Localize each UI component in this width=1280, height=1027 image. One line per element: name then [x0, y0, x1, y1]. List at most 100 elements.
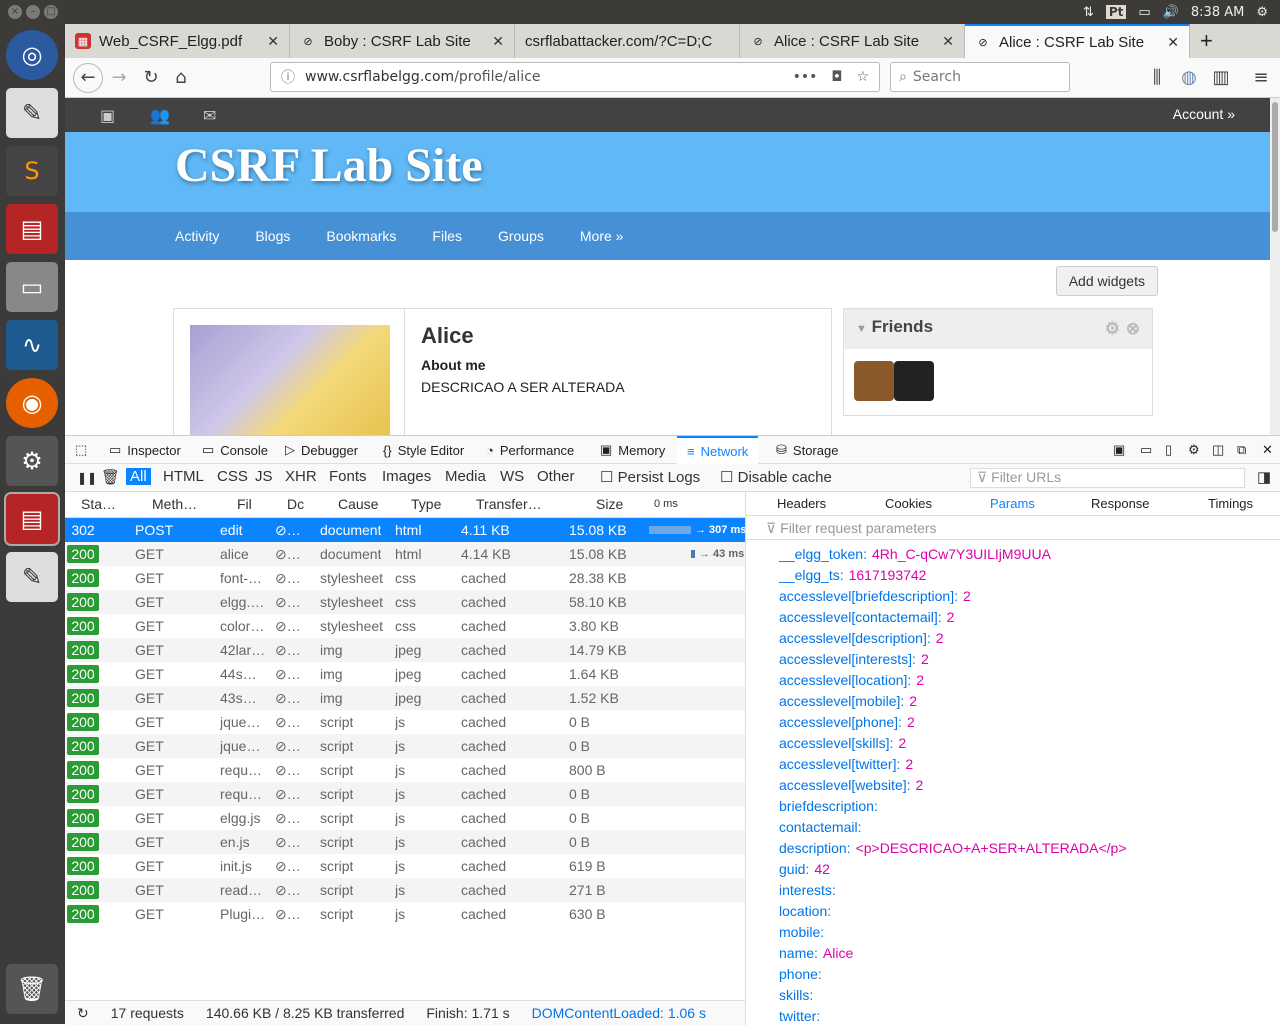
- widget-close-icon[interactable]: ⊗: [1126, 319, 1140, 339]
- param-row[interactable]: briefdescription:: [779, 796, 1280, 817]
- responsive-mode-icon[interactable]: ▣: [1113, 436, 1125, 464]
- tab-memory[interactable]: ▣ Memory: [600, 436, 665, 464]
- tab-attacker[interactable]: csrflabattacker.com/?C=D;C: [515, 24, 740, 58]
- param-row[interactable]: guid: 42: [779, 859, 1280, 880]
- param-row[interactable]: skills:: [779, 985, 1280, 1006]
- forward-button[interactable]: →: [107, 66, 131, 90]
- table-row[interactable]: 200 GET jque… ⊘… script js cached 0 B: [65, 734, 745, 758]
- toggle-detail-panel-icon[interactable]: ◨: [1257, 468, 1271, 486]
- menu-item-bookmarks[interactable]: Bookmarks: [326, 228, 396, 244]
- table-row[interactable]: 200 GET elgg.js ⊘… script js cached 0 B: [65, 806, 745, 830]
- param-row[interactable]: accesslevel[location]: 2: [779, 670, 1280, 691]
- param-row[interactable]: contactemail:: [779, 817, 1280, 838]
- param-row[interactable]: accesslevel[phone]: 2: [779, 712, 1280, 733]
- filter-urls-input[interactable]: ⊽ Filter URLs: [970, 468, 1245, 488]
- filter-fonts[interactable]: Fonts: [329, 468, 367, 485]
- tab-pdf[interactable]: ▦ Web_CSRF_Elgg.pdf ✕: [65, 24, 290, 58]
- search-input[interactable]: ⌕ Search: [890, 62, 1070, 92]
- add-widgets-button[interactable]: Add widgets: [1055, 266, 1158, 296]
- back-button[interactable]: ←: [73, 63, 103, 93]
- filter-all[interactable]: All: [126, 468, 151, 485]
- battery-icon[interactable]: ▭: [1138, 5, 1150, 20]
- keyboard-language-indicator[interactable]: Pt: [1105, 5, 1127, 19]
- pause-icon[interactable]: ❚❚: [77, 471, 97, 485]
- col-file[interactable]: Fil: [237, 492, 252, 516]
- tab-close-icon[interactable]: ✕: [492, 33, 504, 50]
- volume-icon[interactable]: 🔊: [1163, 5, 1179, 20]
- table-row[interactable]: 200 GET elgg.… ⊘… stylesheet css cached 58.10 K…: [65, 590, 745, 614]
- detail-tab-cookies[interactable]: Cookies: [885, 496, 932, 511]
- firefox-icon[interactable]: ◉: [6, 378, 58, 428]
- network-icon[interactable]: ⇅: [1083, 5, 1094, 20]
- table-row[interactable]: 200 GET requ… ⊘… script js cached 800 B: [65, 758, 745, 782]
- filter-css[interactable]: CSS: [217, 468, 248, 485]
- terminal-icon[interactable]: ▤: [6, 204, 58, 254]
- menu-item-groups[interactable]: Groups: [498, 228, 544, 244]
- param-row[interactable]: accesslevel[interests]: 2: [779, 649, 1280, 670]
- table-row[interactable]: 200 GET init.js ⊘… script js cached 619 B: [65, 854, 745, 878]
- menu-icon[interactable]: ≡: [1249, 66, 1273, 90]
- menu-item-blogs[interactable]: Blogs: [255, 228, 290, 244]
- table-row[interactable]: 200 GET 42lar… ⊘… img jpeg cached 14.79 KB: [65, 638, 745, 662]
- col-cause[interactable]: Cause: [338, 492, 378, 516]
- menu-item-files[interactable]: Files: [432, 228, 462, 244]
- friend-avatar[interactable]: [854, 361, 894, 401]
- col-size[interactable]: Size: [596, 492, 623, 516]
- info-icon[interactable]: ⓘ: [281, 67, 295, 87]
- detail-tab-response[interactable]: Response: [1091, 496, 1150, 511]
- param-row[interactable]: accesslevel[description]: 2: [779, 628, 1280, 649]
- table-row[interactable]: 200 GET 44s… ⊘… img jpeg cached 1.64 KB: [65, 662, 745, 686]
- settings-gear-icon[interactable]: ⚙: [1256, 5, 1268, 20]
- widget-settings-icon[interactable]: ⚙: [1105, 319, 1120, 339]
- param-row[interactable]: name: Alice: [779, 943, 1280, 964]
- account-menu[interactable]: Account »: [1173, 106, 1235, 122]
- page-actions-icon[interactable]: •••: [793, 69, 818, 85]
- param-row[interactable]: accesslevel[contactemail]: 2: [779, 607, 1280, 628]
- param-row[interactable]: __elgg_token: 4Rh_C-qCw7Y3UILIjM9UUA: [779, 544, 1280, 565]
- param-row[interactable]: description: <p>DESCRICAO+A+SER+ALTERADA<…: [779, 838, 1280, 859]
- col-type[interactable]: Type: [411, 492, 441, 516]
- disable-cache-checkbox[interactable]: ☐ Disable cache: [720, 468, 832, 486]
- menu-item-more[interactable]: More »: [580, 228, 624, 244]
- profile-avatar[interactable]: [190, 325, 390, 435]
- table-row[interactable]: 200 GET read… ⊘… script js cached 271 B: [65, 878, 745, 902]
- system-settings-icon[interactable]: ⚙: [6, 436, 58, 486]
- param-row[interactable]: mobile:: [779, 922, 1280, 943]
- table-row[interactable]: 200 GET alice ⊘… document html 4.14 KB 15.08 KB…: [65, 542, 745, 566]
- home-button[interactable]: ⌂: [169, 66, 193, 90]
- window-maximize-icon[interactable]: □: [44, 5, 58, 19]
- param-row[interactable]: accesslevel[briefdescription]: 2: [779, 586, 1280, 607]
- param-row[interactable]: location:: [779, 901, 1280, 922]
- params-filter-input[interactable]: ⊽ Filter request parameters: [746, 516, 1280, 540]
- col-transferred[interactable]: Transfer…: [476, 492, 542, 516]
- tab-boby[interactable]: ⊘ Boby : CSRF Lab Site ✕: [290, 24, 515, 58]
- tab-network[interactable]: ≡ Network: [677, 436, 759, 464]
- wireshark-icon[interactable]: ∿: [6, 320, 58, 370]
- site-logo-icon[interactable]: ▣: [100, 106, 115, 125]
- tab-console[interactable]: ▭ Console: [202, 436, 268, 464]
- screenshot-icon[interactable]: ▯: [1165, 436, 1172, 464]
- text-editor-2-icon[interactable]: ✎: [6, 552, 58, 602]
- filter-ws[interactable]: WS: [500, 468, 524, 485]
- tab-close-icon[interactable]: ✕: [1167, 34, 1179, 51]
- tab-storage[interactable]: ⛁ Storage: [776, 436, 838, 464]
- pocket-icon[interactable]: ◘: [831, 69, 842, 85]
- param-row[interactable]: accesslevel[website]: 2: [779, 775, 1280, 796]
- tab-inspector[interactable]: ▭ Inspector: [109, 436, 181, 464]
- table-row[interactable]: 200 GET Plugi… ⊘… script js cached 630 B: [65, 902, 745, 926]
- reload-button[interactable]: ↻: [139, 66, 163, 90]
- trash-icon[interactable]: 🗑: [6, 964, 58, 1014]
- element-picker-icon[interactable]: ⬚: [75, 436, 87, 464]
- detail-tab-params[interactable]: Params: [990, 496, 1035, 511]
- library-icon[interactable]: ⫼: [1145, 66, 1169, 90]
- tab-close-icon[interactable]: ✕: [942, 33, 954, 50]
- devtools-close-icon[interactable]: ✕: [1262, 436, 1273, 464]
- filter-xhr[interactable]: XHR: [285, 468, 317, 485]
- messages-icon[interactable]: ✉: [203, 106, 216, 125]
- new-tab-button[interactable]: +: [1190, 24, 1230, 58]
- terminal-active-icon[interactable]: ▤: [4, 492, 60, 546]
- file-manager-icon[interactable]: ▭: [6, 262, 58, 312]
- table-row[interactable]: 200 GET 43s… ⊘… img jpeg cached 1.52 KB: [65, 686, 745, 710]
- page-scrollbar[interactable]: [1270, 98, 1280, 435]
- clock[interactable]: 8:38 AM: [1191, 5, 1244, 20]
